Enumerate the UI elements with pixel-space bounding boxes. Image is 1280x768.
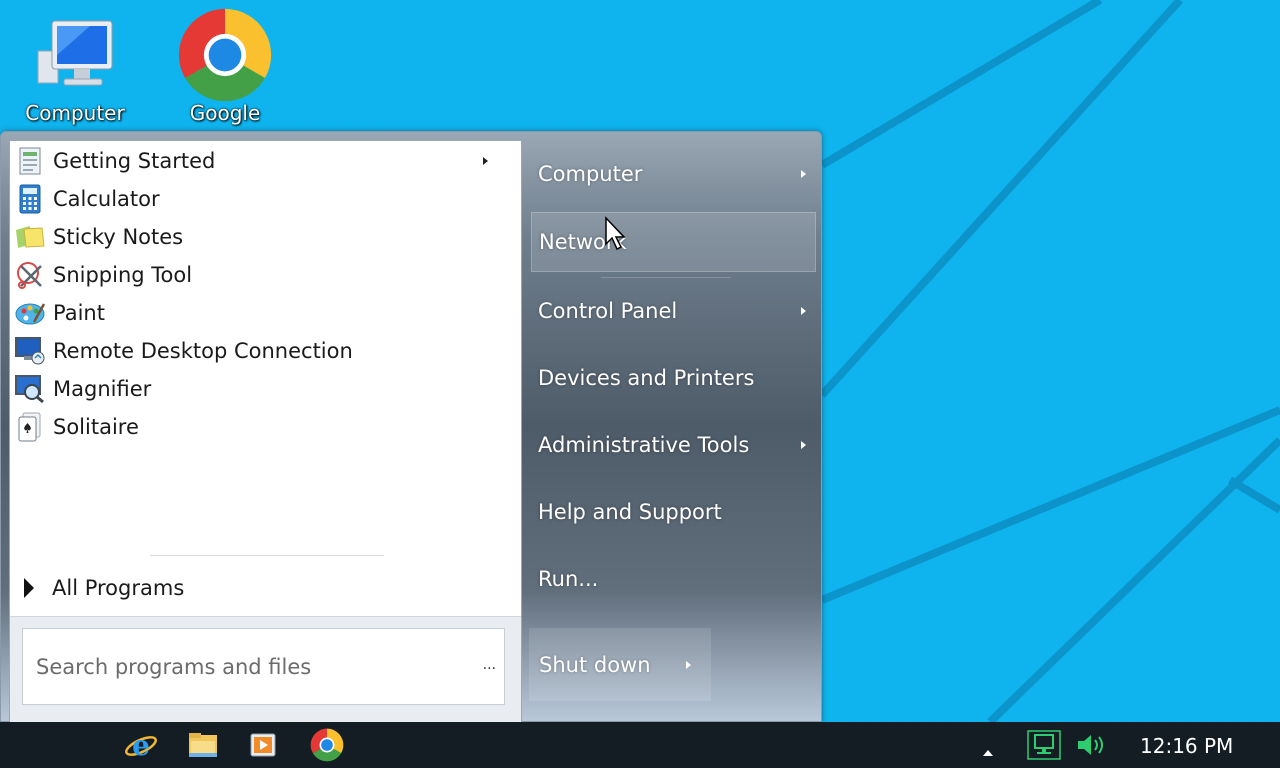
- right-pane-label: Devices and Printers: [538, 366, 755, 390]
- program-sticky-notes[interactable]: Sticky Notes: [12, 218, 512, 256]
- right-pane-label: Computer: [538, 162, 643, 186]
- program-label: Magnifier: [53, 377, 152, 401]
- volume-icon[interactable]: [1073, 727, 1109, 763]
- right-pane-divider: [601, 277, 731, 278]
- submenu-arrow-icon: [801, 441, 806, 449]
- program-label: Remote Desktop Connection: [53, 339, 353, 363]
- search-box[interactable]: ...: [22, 628, 505, 705]
- right-pane-label: Run...: [538, 567, 599, 591]
- submenu-arrow-icon: [801, 307, 806, 315]
- getting-started-icon: [12, 145, 48, 177]
- programs-divider: [150, 555, 384, 556]
- expand-arrow-icon: [24, 578, 34, 598]
- right-pane-item-control-panel[interactable]: Control Panel: [531, 281, 816, 341]
- svg-text:e: e: [132, 729, 150, 762]
- start-menu-programs-pane: Getting Started Calculator Sticky Notes …: [9, 140, 522, 723]
- internet-explorer-icon[interactable]: e: [123, 727, 159, 763]
- network-icon[interactable]: [1026, 727, 1062, 763]
- file-explorer-icon[interactable]: [185, 727, 221, 763]
- taskbar: e 12:16 PM: [0, 722, 1280, 768]
- program-label: Snipping Tool: [53, 263, 193, 287]
- all-programs-label: All Programs: [52, 576, 185, 600]
- desktop-icon-computer[interactable]: Computer: [20, 5, 130, 125]
- search-options-ellipsis[interactable]: ...: [483, 657, 496, 673]
- shutdown-label: Shut down: [539, 652, 651, 677]
- right-pane-item-help-and-support[interactable]: Help and Support: [531, 482, 816, 542]
- sticky-notes-icon: [12, 221, 48, 253]
- program-remote-desktop-connection[interactable]: Remote Desktop Connection: [12, 332, 512, 370]
- program-getting-started[interactable]: Getting Started: [12, 142, 512, 180]
- program-solitaire[interactable]: Solitaire: [12, 408, 512, 446]
- shutdown-options-arrow-icon[interactable]: [686, 660, 691, 669]
- media-player-icon[interactable]: [245, 727, 281, 763]
- remote-desktop-icon: [12, 335, 48, 367]
- program-label: Paint: [53, 301, 105, 325]
- taskbar-clock[interactable]: 12:16 PM: [1140, 734, 1233, 758]
- snipping-tool-icon: [12, 259, 48, 291]
- magnifier-icon: [12, 373, 48, 405]
- right-pane-item-network[interactable]: Network: [531, 212, 816, 272]
- desktop-icon-label: Google: [189, 101, 261, 125]
- program-label: Solitaire: [53, 415, 139, 439]
- search-area: ...: [10, 616, 521, 722]
- program-magnifier[interactable]: Magnifier: [12, 370, 512, 408]
- submenu-arrow-icon: [483, 157, 488, 165]
- program-calculator[interactable]: Calculator: [12, 180, 512, 218]
- mouse-cursor-icon: [605, 216, 626, 251]
- chrome-icon: [170, 5, 280, 105]
- search-input[interactable]: [23, 629, 483, 704]
- program-label: Calculator: [53, 187, 160, 211]
- all-programs-button[interactable]: All Programs: [20, 573, 320, 603]
- desktop-icon-label: Computer: [25, 101, 125, 125]
- right-pane-label: Control Panel: [538, 299, 678, 323]
- start-menu: Getting Started Calculator Sticky Notes …: [0, 131, 822, 723]
- right-pane-item-computer[interactable]: Computer: [531, 144, 816, 204]
- right-pane-item-run[interactable]: Run...: [531, 549, 816, 609]
- computer-icon: [20, 5, 130, 105]
- right-pane-item-administrative-tools[interactable]: Administrative Tools: [531, 415, 816, 475]
- submenu-arrow-icon: [801, 170, 806, 178]
- right-pane-item-devices-and-printers[interactable]: Devices and Printers: [531, 348, 816, 408]
- calculator-icon: [12, 183, 48, 215]
- program-paint[interactable]: Paint: [12, 294, 512, 332]
- program-label: Getting Started: [53, 149, 216, 173]
- shutdown-button[interactable]: Shut down: [529, 628, 711, 701]
- paint-icon: [12, 297, 48, 329]
- right-pane-label: Administrative Tools: [538, 433, 750, 457]
- chrome-icon[interactable]: [309, 727, 345, 763]
- program-label: Sticky Notes: [53, 225, 184, 249]
- right-pane-label: Help and Support: [538, 500, 722, 524]
- solitaire-icon: [12, 411, 48, 443]
- program-snipping-tool[interactable]: Snipping Tool: [12, 256, 512, 294]
- show-hidden-icons-arrow[interactable]: [983, 750, 993, 756]
- desktop-icon-google[interactable]: Google: [170, 5, 280, 125]
